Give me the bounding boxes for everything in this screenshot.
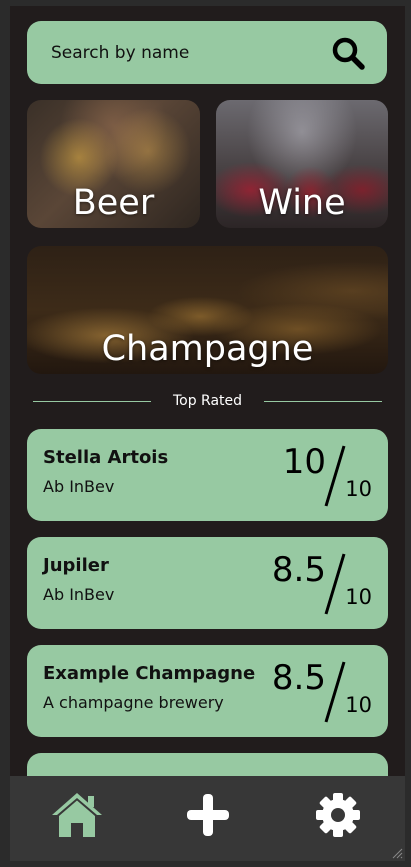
bottom-navbar [10, 776, 405, 861]
drink-name: Example Champagne [43, 663, 256, 684]
section-title: Top Rated [172, 393, 243, 409]
brewery-name: Ab InBev [43, 477, 115, 496]
nav-home[interactable] [48, 786, 106, 844]
rating-max: 10 [345, 693, 372, 717]
plus-icon[interactable] [186, 793, 230, 837]
rating-value: 8.5 [271, 550, 326, 590]
category-champagne[interactable]: Champagne [27, 246, 388, 374]
section-divider: Top Rated [33, 392, 383, 410]
rated-card[interactable]: Stella Artois Ab InBev 10 10 [27, 429, 388, 521]
rated-card[interactable]: Example Champagne A champagne brewery 8.… [27, 645, 388, 737]
rating-max: 10 [345, 477, 372, 501]
rating-slash-icon [324, 445, 346, 507]
drink-name: Jupiler [43, 555, 109, 576]
drink-name: Stella Artois [43, 447, 169, 468]
rating-value: 10 [282, 442, 326, 482]
search-icon[interactable] [331, 36, 365, 70]
rating-value: 8.5 [271, 658, 326, 698]
rating: 8.5 10 [262, 655, 372, 731]
category-wine[interactable]: Wine [216, 100, 388, 228]
resize-grip-icon[interactable] [391, 847, 403, 859]
rating-slash-icon [324, 553, 346, 615]
divider-line [264, 400, 383, 402]
category-label: Beer [72, 183, 155, 223]
gear-icon[interactable] [314, 791, 362, 839]
category-label: Champagne [101, 329, 314, 369]
brewery-name: A champagne brewery [43, 693, 224, 712]
rated-card[interactable]: Jupiler Ab InBev 8.5 10 [27, 537, 388, 629]
category-beer[interactable]: Beer [27, 100, 200, 228]
app-screen: Beer Wine Champagne Top Rated Stella Art… [10, 6, 405, 861]
search-bar[interactable] [27, 21, 387, 84]
category-label: Wine [258, 183, 346, 223]
rating: 10 10 [262, 439, 372, 515]
search-input[interactable] [51, 42, 311, 63]
home-icon[interactable] [49, 790, 105, 840]
rating: 8.5 10 [262, 547, 372, 623]
brewery-name: Ab InBev [43, 585, 115, 604]
rating-max: 10 [345, 585, 372, 609]
nav-add[interactable] [179, 786, 237, 844]
rating-slash-icon [324, 661, 346, 723]
nav-settings[interactable] [309, 786, 367, 844]
divider-line [33, 400, 151, 402]
